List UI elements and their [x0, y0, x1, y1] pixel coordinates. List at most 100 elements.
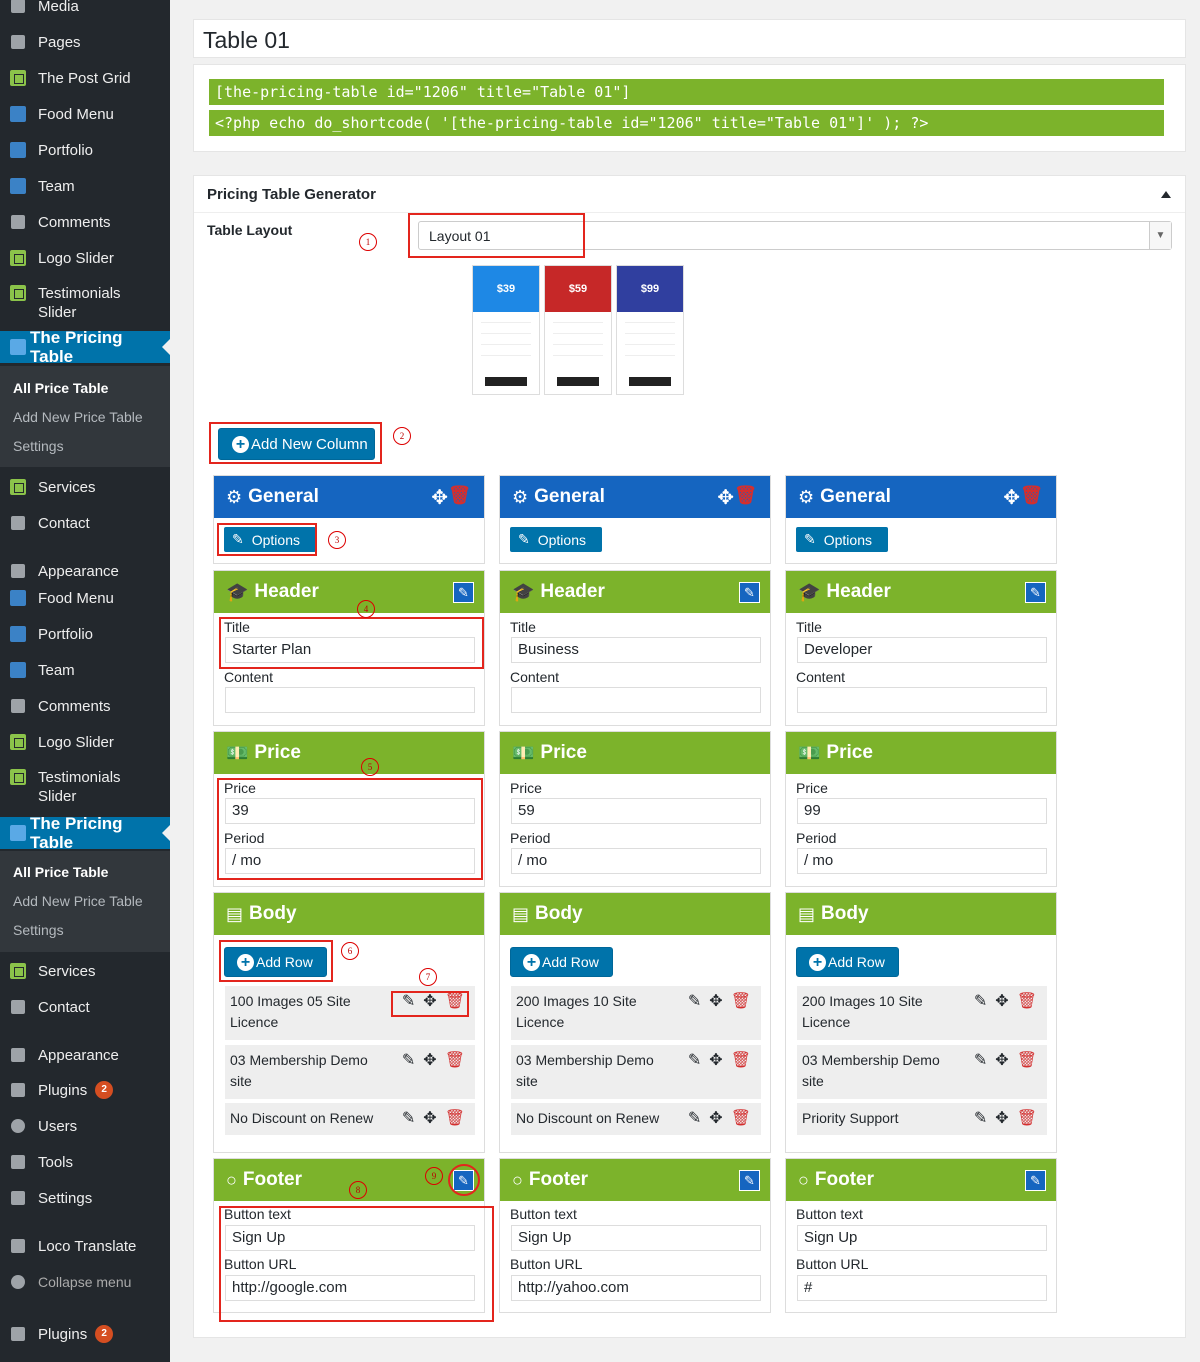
pencil-icon[interactable]: ✎ [402, 1108, 415, 1129]
sidebar-item-settings[interactable]: Settings [0, 1188, 170, 1208]
move-arrows-icon[interactable]: ✥ [423, 1050, 436, 1071]
trash-icon[interactable]: 🗑 [1017, 1050, 1037, 1071]
pencil-icon[interactable]: ✎ [402, 1050, 415, 1071]
sidebar-item-testimonials[interactable]: Testimonials Slider [0, 768, 170, 808]
button-text-input[interactable]: Sign Up [511, 1225, 761, 1251]
sidebar-item-plugins[interactable]: Plugins 2 [0, 1324, 170, 1344]
add-row-button[interactable]: + Add Row [224, 947, 327, 977]
sidebar-item-services[interactable]: Services [0, 961, 170, 981]
period-input[interactable]: / mo [225, 848, 475, 874]
add-row-button[interactable]: + Add Row [510, 947, 613, 977]
move-arrows-icon[interactable]: ✥ [431, 485, 448, 510]
pencil-icon[interactable]: ✎ [402, 991, 415, 1012]
submenu-add-new-price-table[interactable]: Add New Price Table [13, 409, 143, 425]
add-new-column-button[interactable]: + Add New Column [218, 428, 375, 460]
submenu-all-price-table[interactable]: All Price Table [13, 380, 108, 396]
move-arrows-icon[interactable]: ✥ [995, 991, 1008, 1012]
trash-icon[interactable]: 🗑 [445, 1108, 465, 1129]
sidebar-item-portfolio[interactable]: Portfolio [0, 140, 170, 160]
pencil-icon[interactable]: ✎ [974, 1050, 987, 1071]
move-arrows-icon[interactable]: ✥ [709, 991, 722, 1012]
sidebar-item-appearance[interactable]: Appearance [0, 561, 170, 581]
sidebar-item-pricing-table[interactable]: The Pricing Table [0, 814, 170, 852]
sidebar-item-appearance[interactable]: Appearance [0, 1045, 170, 1065]
submenu-add-new-price-table[interactable]: Add New Price Table [13, 893, 143, 909]
pencil-icon[interactable]: ✎ [688, 1108, 701, 1129]
pencil-icon[interactable]: ✎ [974, 991, 987, 1012]
trash-icon[interactable]: 🗑 [734, 485, 757, 506]
sidebar-item-team[interactable]: Team [0, 176, 170, 196]
submenu-settings[interactable]: Settings [13, 438, 64, 454]
edit-pencil-icon[interactable]: ✎ [1025, 582, 1046, 603]
move-arrows-icon[interactable]: ✥ [995, 1050, 1008, 1071]
pencil-icon[interactable]: ✎ [974, 1108, 987, 1129]
trash-icon[interactable]: 🗑 [1017, 1108, 1037, 1129]
sidebar-item-post-grid[interactable]: The Post Grid [0, 68, 170, 88]
sidebar-item-tools[interactable]: Tools [0, 1152, 170, 1172]
sidebar-item-media[interactable]: Media [0, 0, 170, 15]
period-input[interactable]: / mo [511, 848, 761, 874]
shortcode-line[interactable]: [the-pricing-table id="1206" title="Tabl… [209, 79, 1164, 105]
options-button[interactable]: ✎ Options [224, 527, 316, 552]
price-input[interactable]: 59 [511, 798, 761, 824]
sidebar-item-comments[interactable]: Comments [0, 212, 170, 232]
move-arrows-icon[interactable]: ✥ [995, 1108, 1008, 1129]
edit-pencil-icon[interactable]: ✎ [739, 1170, 760, 1191]
collapse-menu-button[interactable]: Collapse menu [0, 1272, 170, 1292]
title-input[interactable]: Starter Plan [225, 637, 475, 663]
price-input[interactable]: 99 [797, 798, 1047, 824]
move-arrows-icon[interactable]: ✥ [709, 1050, 722, 1071]
button-url-input[interactable]: http://yahoo.com [511, 1275, 761, 1301]
edit-pencil-icon[interactable]: ✎ [453, 582, 474, 603]
options-button[interactable]: ✎ Options [510, 527, 602, 552]
trash-icon[interactable]: 🗑 [445, 991, 465, 1012]
sidebar-item-plugins[interactable]: Plugins 2 [0, 1080, 170, 1100]
trash-icon[interactable]: 🗑 [731, 1108, 751, 1129]
trash-icon[interactable]: 🗑 [448, 485, 471, 506]
pencil-icon[interactable]: ✎ [688, 1050, 701, 1071]
content-input[interactable] [511, 687, 761, 713]
sidebar-item-portfolio[interactable]: Portfolio [0, 624, 170, 644]
sidebar-item-pricing-table[interactable]: The Pricing Table [0, 328, 170, 366]
add-row-button[interactable]: + Add Row [796, 947, 899, 977]
options-button[interactable]: ✎ Options [796, 527, 888, 552]
sidebar-item-contact[interactable]: Contact [0, 513, 170, 533]
post-title-input[interactable]: Table 01 [193, 19, 1186, 58]
edit-pencil-icon[interactable]: ✎ [1025, 1170, 1046, 1191]
sidebar-item-testimonials[interactable]: Testimonials Slider [0, 284, 170, 324]
sidebar-item-logo-slider[interactable]: Logo Slider [0, 732, 170, 752]
move-arrows-icon[interactable]: ✥ [423, 991, 436, 1012]
trash-icon[interactable]: 🗑 [1020, 485, 1043, 506]
sidebar-item-team[interactable]: Team [0, 660, 170, 680]
button-url-input[interactable]: # [797, 1275, 1047, 1301]
trash-icon[interactable]: 🗑 [731, 991, 751, 1012]
content-input[interactable] [797, 687, 1047, 713]
period-input[interactable]: / mo [797, 848, 1047, 874]
sidebar-item-users[interactable]: Users [0, 1116, 170, 1136]
collapse-arrow-icon[interactable] [1161, 191, 1171, 198]
sidebar-item-pages[interactable]: Pages [0, 32, 170, 52]
layout-select[interactable]: Layout 01 ▼ [418, 221, 1172, 250]
move-arrows-icon[interactable]: ✥ [709, 1108, 722, 1129]
sidebar-item-contact[interactable]: Contact [0, 997, 170, 1017]
submenu-settings[interactable]: Settings [13, 922, 64, 938]
title-input[interactable]: Business [511, 637, 761, 663]
submenu-all-price-table[interactable]: All Price Table [13, 864, 108, 880]
sidebar-item-comments[interactable]: Comments [0, 696, 170, 716]
button-text-input[interactable]: Sign Up [225, 1225, 475, 1251]
sidebar-item-logo-slider[interactable]: Logo Slider [0, 248, 170, 268]
move-arrows-icon[interactable]: ✥ [717, 485, 734, 510]
sidebar-item-food-menu[interactable]: Food Menu [0, 104, 170, 124]
php-shortcode-line[interactable]: <?php echo do_shortcode( '[the-pricing-t… [209, 110, 1164, 136]
button-text-input[interactable]: Sign Up [797, 1225, 1047, 1251]
trash-icon[interactable]: 🗑 [731, 1050, 751, 1071]
title-input[interactable]: Developer [797, 637, 1047, 663]
button-url-input[interactable]: http://google.com [225, 1275, 475, 1301]
edit-pencil-icon[interactable]: ✎ [739, 582, 760, 603]
sidebar-item-services[interactable]: Services [0, 477, 170, 497]
price-input[interactable]: 39 [225, 798, 475, 824]
sidebar-item-loco-translate[interactable]: Loco Translate [0, 1236, 170, 1256]
trash-icon[interactable]: 🗑 [1017, 991, 1037, 1012]
content-input[interactable] [225, 687, 475, 713]
sidebar-item-food-menu[interactable]: Food Menu [0, 588, 170, 608]
